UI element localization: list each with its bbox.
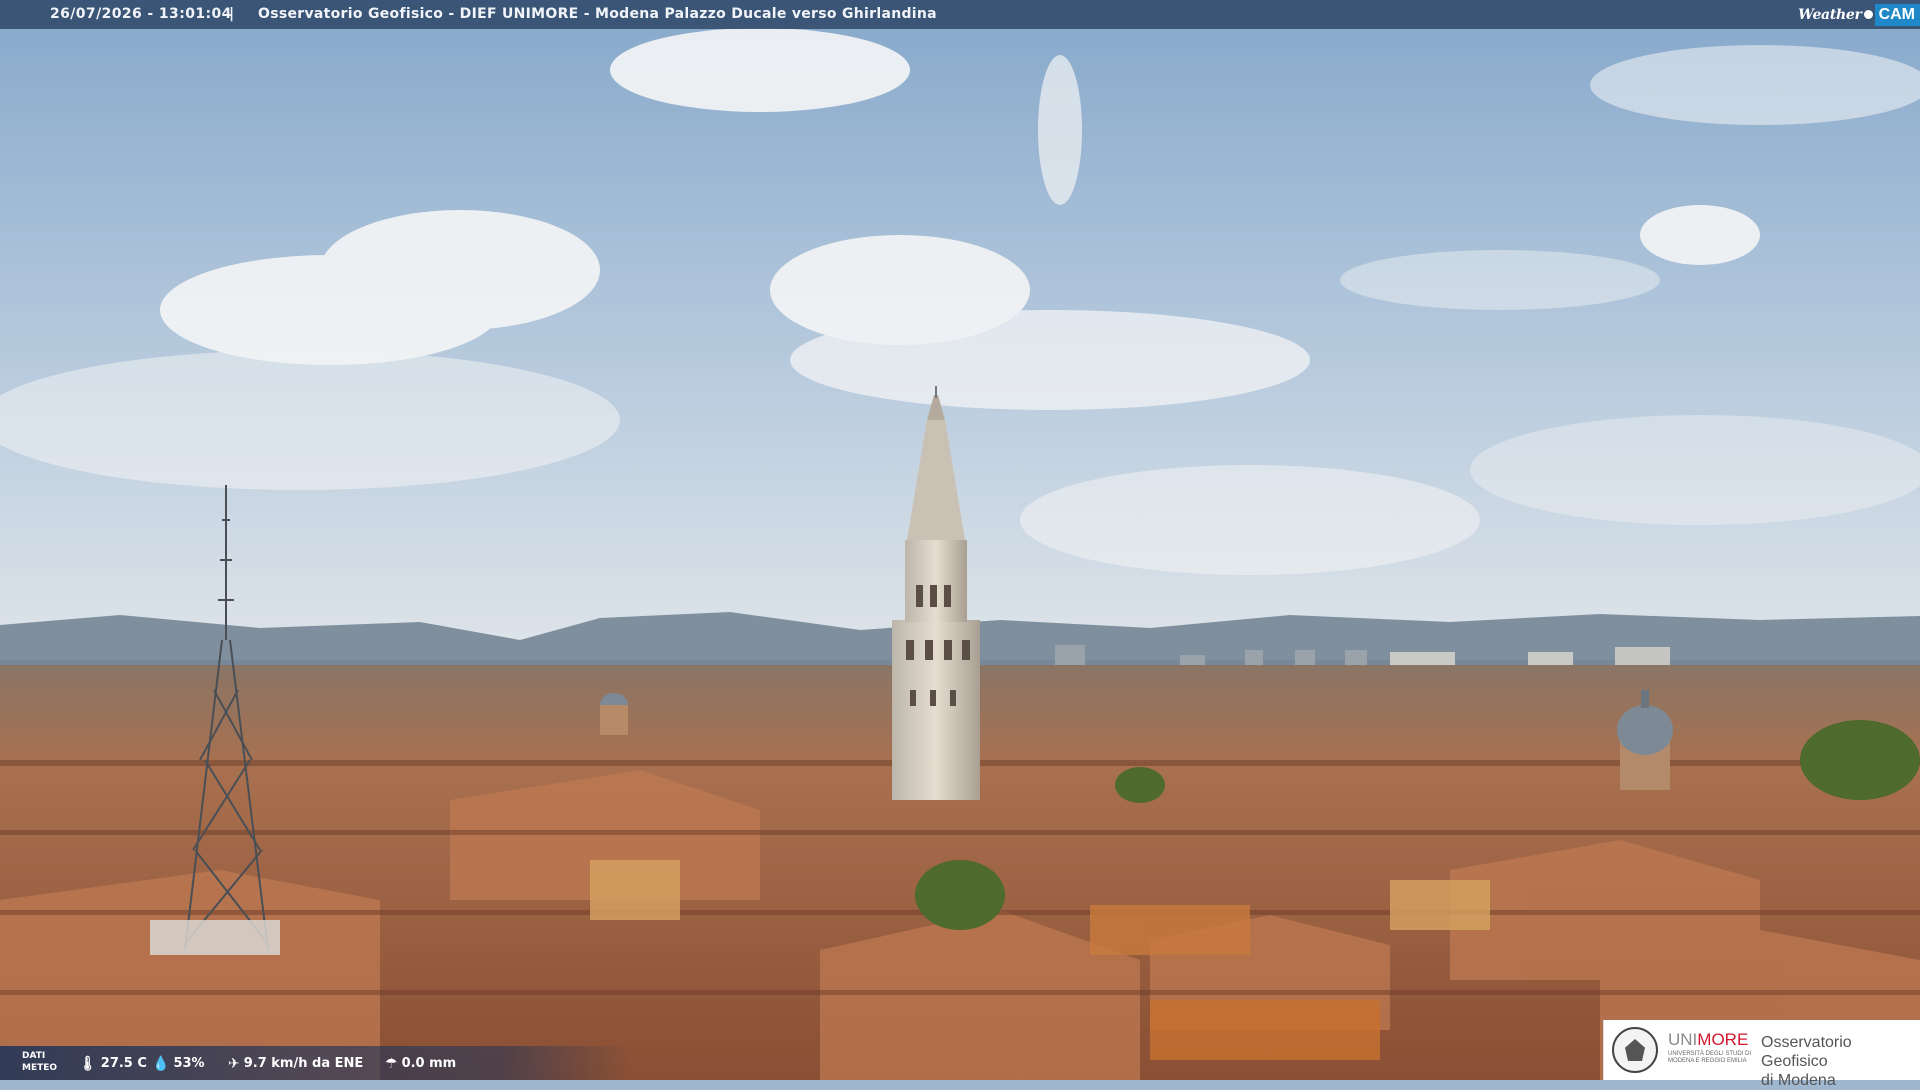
- rain-gauge-icon: ☂: [385, 1055, 398, 1072]
- camera-location: Osservatorio Geofisico - DIEF UNIMORE - …: [258, 6, 937, 22]
- rain-reading: ☂ 0.0 mm: [385, 1056, 456, 1071]
- weather-data-label-line2: METEO: [22, 1063, 58, 1073]
- small-dome: [600, 693, 628, 735]
- unimore-seal-icon: [1612, 1027, 1658, 1073]
- weathercam-brand-cam: CAM: [1874, 3, 1920, 26]
- webcam-caption-bar: 26/07/2026 - 13:01:04 | Osservatorio Geo…: [0, 0, 1920, 29]
- weather-data-bar: DATI METEO 🌡 27.5 C 💧 53% ✈ 9.7 km/h da …: [0, 1046, 630, 1080]
- caption-separator: |: [229, 6, 235, 22]
- temperature-reading: 🌡 27.5 C: [79, 1056, 147, 1071]
- observatory-name-line2: di Modena: [1761, 1072, 1836, 1089]
- unimore-logo-box: UNIMORE UNIVERSITÀ DEGLI STUDI DI MODENA…: [1603, 1020, 1920, 1089]
- humidity-reading: 💧 53%: [152, 1056, 205, 1071]
- observatory-name-line1: Osservatorio Geofisico: [1761, 1034, 1852, 1070]
- wind-reading: ✈ 9.7 km/h da ENE: [228, 1056, 363, 1071]
- weather-data-label-line1: DATI: [22, 1051, 46, 1061]
- humidity-icon: 💧: [152, 1055, 170, 1072]
- weathercam-brand-weather: Weather: [1798, 6, 1862, 23]
- webcam-city-view: [0, 0, 1920, 1080]
- unimore-name-part2: MORE: [1697, 1030, 1749, 1049]
- unimore-name-part1: UNI: [1668, 1030, 1698, 1049]
- timestamp: 26/07/2026 - 13:01:04: [50, 6, 232, 22]
- weathercam-dot-icon: [1863, 10, 1873, 19]
- wind-value: 9.7 km/h da ENE: [243, 1056, 364, 1071]
- rain-value: 0.0 mm: [401, 1056, 457, 1071]
- observatory-name: Osservatorio Geofisico di Modena: [1761, 1033, 1920, 1090]
- humidity-value: 53%: [173, 1056, 205, 1071]
- weathercam-logo: Weather CAM: [1798, 2, 1920, 27]
- thermometer-icon: 🌡: [79, 1055, 97, 1072]
- weather-data-label: DATI METEO: [22, 1050, 57, 1074]
- unimore-name: UNIMORE: [1668, 1030, 1748, 1050]
- mast-base: [150, 920, 280, 955]
- wind-icon: ✈: [228, 1055, 240, 1072]
- unimore-subtitle: UNIVERSITÀ DEGLI STUDI DI MODENA E REGGI…: [1668, 1051, 1752, 1064]
- temperature-value: 27.5 C: [100, 1056, 147, 1071]
